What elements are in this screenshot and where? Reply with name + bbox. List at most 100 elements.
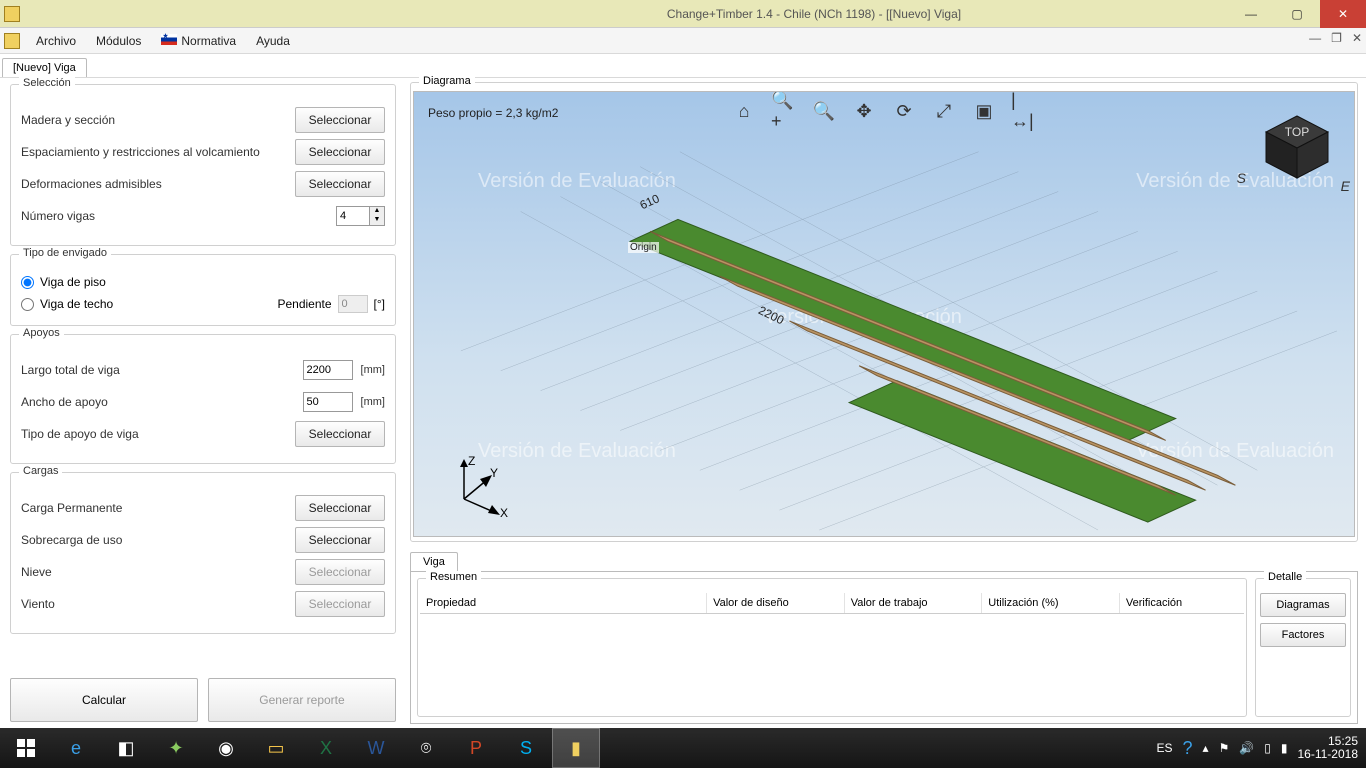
- mdi-restore-button[interactable]: ❐: [1331, 31, 1342, 45]
- label-pendiente: Pendiente: [277, 297, 331, 311]
- label-numero-vigas: Número vigas: [21, 209, 95, 223]
- select-nieve-button: Seleccionar: [295, 559, 385, 585]
- view-cube[interactable]: TOP: [1258, 110, 1336, 188]
- origin-label: Origin: [628, 242, 659, 253]
- generar-reporte-button: Generar reporte: [208, 678, 396, 722]
- select-deformaciones-button[interactable]: Seleccionar: [295, 171, 385, 197]
- label-madera: Madera y sección: [21, 113, 115, 127]
- mdi-minimize-button[interactable]: —: [1309, 31, 1321, 45]
- tray-help-icon[interactable]: ?: [1183, 738, 1193, 759]
- group-apoyos: Apoyos Largo total de viga[mm] Ancho de …: [10, 334, 396, 464]
- select-carga-permanente-button[interactable]: Seleccionar: [295, 495, 385, 521]
- pendiente-input: [338, 295, 368, 313]
- numero-vigas-input[interactable]: [336, 206, 370, 226]
- viewport-3d[interactable]: Peso propio = 2,3 kg/m2 ⌂ 🔍+ 🔍 ✥ ⟳ ⤢ ▣ |…: [413, 91, 1355, 537]
- axis-widget: Z Y X: [438, 455, 514, 522]
- pendiente-unit: [°]: [374, 297, 385, 311]
- taskbar-app1-icon[interactable]: ◧: [102, 728, 150, 768]
- taskbar-ie-icon[interactable]: e: [52, 728, 100, 768]
- col-utilizacion: Utilización (%): [982, 593, 1120, 613]
- svg-text:Z: Z: [468, 455, 475, 468]
- close-button[interactable]: ✕: [1320, 0, 1366, 28]
- taskbar-excel-icon[interactable]: X: [302, 728, 350, 768]
- taskbar-powerpoint-icon[interactable]: P: [452, 728, 500, 768]
- group-detalle-legend: Detalle: [1264, 571, 1306, 583]
- spin-down-button[interactable]: ▼: [370, 216, 384, 225]
- results-tab-viga[interactable]: Viga: [410, 552, 458, 571]
- select-madera-button[interactable]: Seleccionar: [295, 107, 385, 133]
- group-envigado-legend: Tipo de envigado: [19, 247, 111, 259]
- group-cargas-legend: Cargas: [19, 465, 62, 477]
- col-propiedad: Propiedad: [420, 593, 707, 613]
- tray-lang[interactable]: ES: [1157, 741, 1173, 755]
- tray-battery-icon[interactable]: ▯: [1264, 741, 1271, 755]
- tray-flag-icon[interactable]: ⚑: [1219, 741, 1230, 755]
- menu-ayuda[interactable]: Ayuda: [246, 31, 300, 51]
- tray-date: 16-11-2018: [1298, 748, 1359, 761]
- taskbar-hp-icon[interactable]: ⌾: [402, 728, 450, 768]
- taskbar-puzzle-icon[interactable]: ✦: [152, 728, 200, 768]
- calcular-button[interactable]: Calcular: [10, 678, 198, 722]
- minimize-button[interactable]: —: [1228, 0, 1274, 28]
- taskbar-changetimber-icon[interactable]: ▮: [552, 728, 600, 768]
- factores-button[interactable]: Factores: [1260, 623, 1346, 647]
- select-espaciamiento-button[interactable]: Seleccionar: [295, 139, 385, 165]
- label-deformaciones: Deformaciones admisibles: [21, 177, 162, 191]
- tray-network-icon[interactable]: ▮: [1281, 741, 1288, 755]
- spin-up-button[interactable]: ▲: [370, 207, 384, 216]
- taskbar-word-icon[interactable]: W: [352, 728, 400, 768]
- radio-viga-piso-input[interactable]: [21, 276, 34, 289]
- ancho-input[interactable]: [303, 392, 353, 412]
- ancho-unit: [mm]: [361, 396, 385, 408]
- label-carga-permanente: Carga Permanente: [21, 501, 122, 515]
- svg-text:TOP: TOP: [1285, 125, 1309, 139]
- svg-text:Y: Y: [490, 466, 498, 480]
- group-detalle: Detalle Diagramas Factores: [1255, 578, 1351, 717]
- chile-flag-icon: [161, 34, 177, 45]
- label-viento: Viento: [21, 597, 55, 611]
- right-panel: Diagrama Peso propio = 2,3 kg/m2 ⌂ 🔍+ 🔍 …: [406, 78, 1366, 728]
- diagramas-button[interactable]: Diagramas: [1260, 593, 1346, 617]
- tray-volume-icon[interactable]: 🔊: [1239, 741, 1254, 755]
- menu-archivo[interactable]: Archivo: [26, 31, 86, 51]
- document-tab[interactable]: [Nuevo] Viga: [2, 58, 87, 77]
- col-verificacion: Verificación: [1120, 593, 1244, 613]
- compass-s: S: [1237, 170, 1246, 186]
- group-resumen-legend: Resumen: [426, 571, 481, 583]
- taskbar-chrome-icon[interactable]: ◉: [202, 728, 250, 768]
- app-icon: [4, 6, 20, 22]
- model-svg: 610 2200: [414, 92, 1354, 536]
- compass-e: E: [1341, 178, 1350, 194]
- label-ancho: Ancho de apoyo: [21, 395, 108, 409]
- document-tab-strip: [Nuevo] Viga: [0, 54, 1366, 78]
- largo-input[interactable]: [303, 360, 353, 380]
- svg-text:X: X: [500, 506, 508, 519]
- results-panel: Viga Resumen Propiedad Valor de diseño V…: [410, 552, 1358, 724]
- radio-viga-techo-input[interactable]: [21, 298, 34, 311]
- col-valor-trabajo: Valor de trabajo: [845, 593, 983, 613]
- results-table-header: Propiedad Valor de diseño Valor de traba…: [420, 593, 1244, 614]
- menu-modulos[interactable]: Módulos: [86, 31, 151, 51]
- taskbar-skype-icon[interactable]: S: [502, 728, 550, 768]
- radio-viga-techo[interactable]: Viga de techo: [21, 297, 113, 311]
- start-button[interactable]: [2, 728, 50, 768]
- tray-up-icon[interactable]: ▴: [1203, 741, 1209, 755]
- group-resumen: Resumen Propiedad Valor de diseño Valor …: [417, 578, 1247, 717]
- window-title: Change+Timber 1.4 - Chile (NCh 1198) - […: [400, 7, 1228, 21]
- select-tipo-apoyo-button[interactable]: Seleccionar: [295, 421, 385, 447]
- dim-2200: 2200: [756, 303, 786, 327]
- tray-clock[interactable]: 15:25 16-11-2018: [1298, 735, 1359, 761]
- radio-viga-piso[interactable]: Viga de piso: [21, 275, 385, 289]
- group-cargas: Cargas Carga PermanenteSeleccionar Sobre…: [10, 472, 396, 634]
- select-sobrecarga-button[interactable]: Seleccionar: [295, 527, 385, 553]
- menu-normativa[interactable]: Normativa: [151, 31, 246, 51]
- group-seleccion: Selección Madera y secciónSeleccionar Es…: [10, 84, 396, 246]
- dim-610: 610: [638, 191, 662, 212]
- label-espaciamiento: Espaciamiento y restricciones al volcami…: [21, 145, 260, 159]
- label-sobrecarga: Sobrecarga de uso: [21, 533, 122, 547]
- mdi-close-button[interactable]: ✕: [1352, 31, 1362, 45]
- maximize-button[interactable]: ▢: [1274, 0, 1320, 28]
- taskbar-explorer-icon[interactable]: ▭: [252, 728, 300, 768]
- col-valor-diseno: Valor de diseño: [707, 593, 845, 613]
- label-tipo-apoyo: Tipo de apoyo de viga: [21, 427, 139, 441]
